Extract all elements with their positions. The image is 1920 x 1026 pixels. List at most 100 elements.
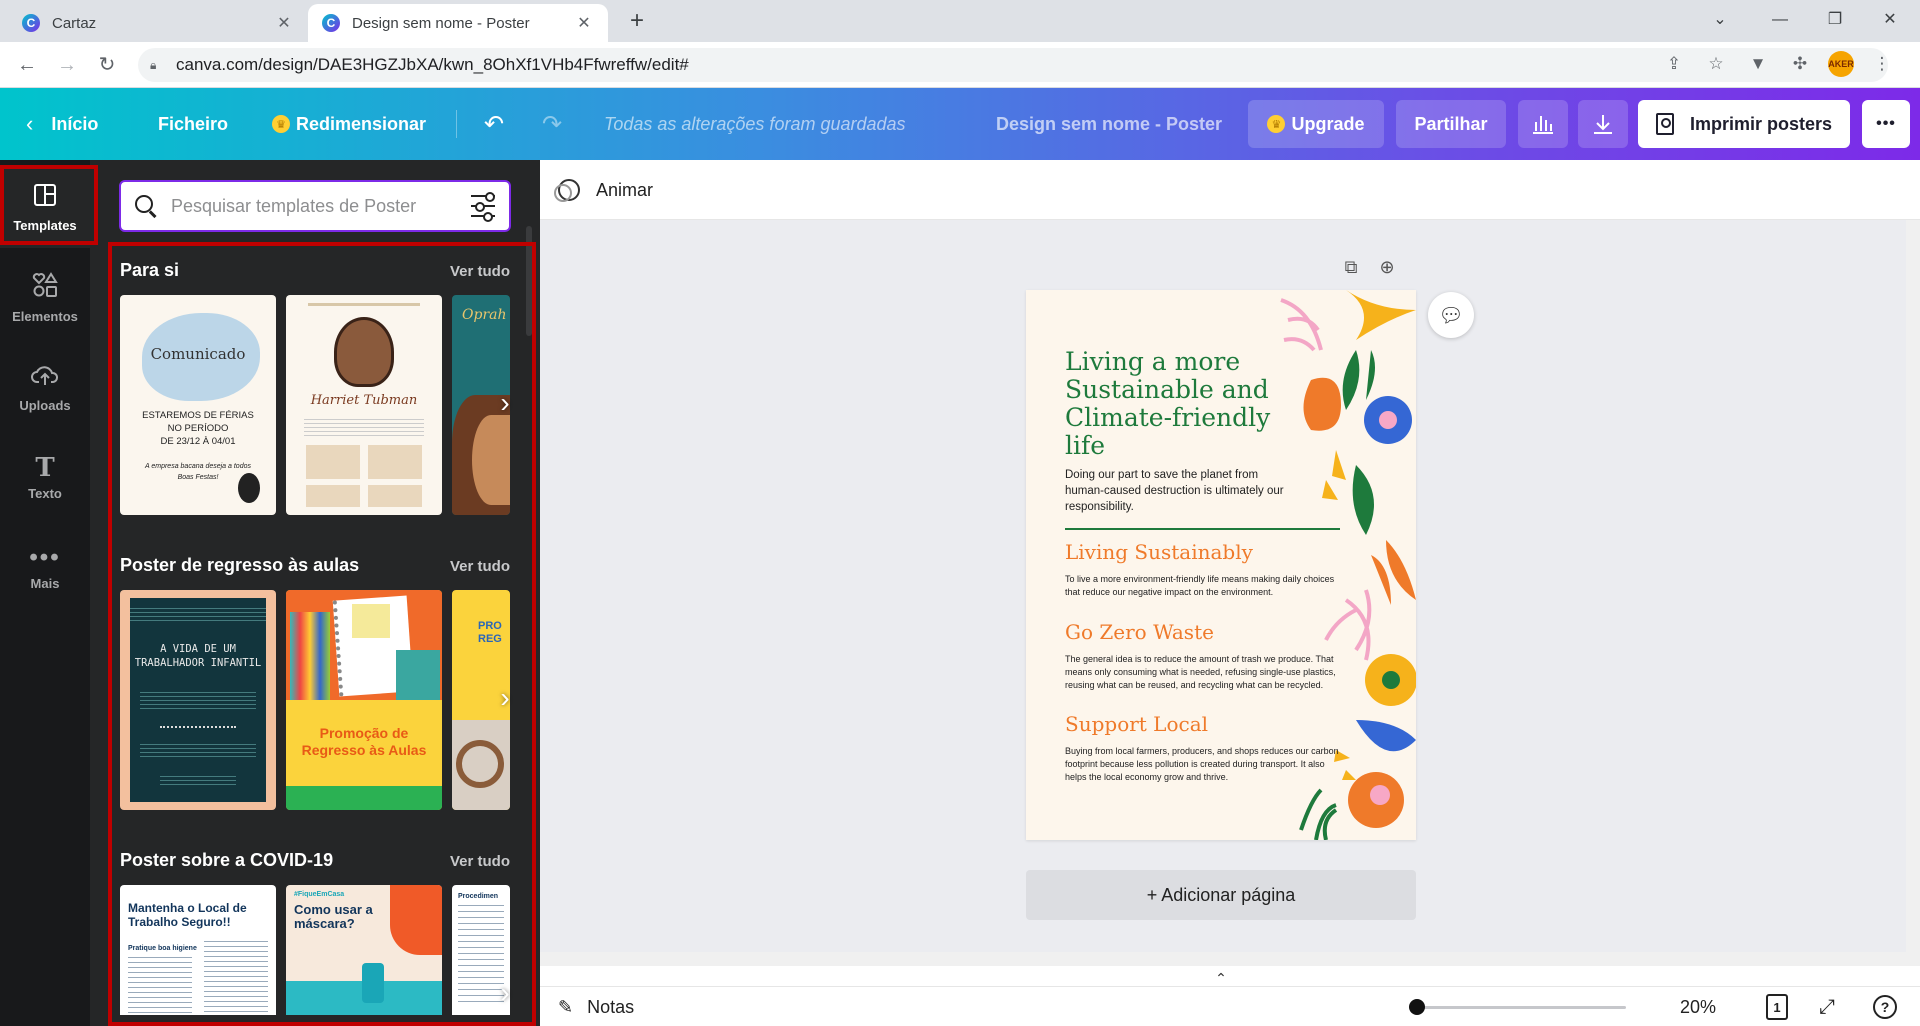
rail-item-uploads[interactable]: Uploads [0,348,90,428]
resize-button[interactable]: ♛ Redimensionar [272,88,426,160]
profile-avatar[interactable]: AKER [1828,51,1854,77]
browser-toolbar-icons: ⇪ ☆ ▼ ✣ AKER ⋮ [1660,50,1896,78]
template-search-input[interactable] [171,195,471,217]
browser-menu-icon[interactable]: ⋮ [1868,50,1896,78]
canvas-vertical-scrollbar[interactable] [1906,220,1920,966]
carousel-next-arrow-icon[interactable]: › [490,683,520,713]
animate-button[interactable]: Animar [554,160,654,220]
template-thumb-promocao[interactable]: Promoção de Regresso às Aulas [286,590,442,810]
thumb-text: Regresso às Aulas [301,742,427,758]
minimize-icon[interactable]: — [1750,0,1810,42]
add-comment-icon[interactable]: 💬︎ [1428,292,1474,338]
chevron-left-icon: ‹ [26,111,34,136]
add-page-button[interactable]: + Adicionar página [1026,870,1416,920]
window-close-icon[interactable]: ✕ [1860,0,1920,42]
zoom-level[interactable]: 20% [1680,987,1716,1026]
file-menu-button[interactable]: Ficheiro [158,88,228,160]
poster-text-1[interactable]: To live a more environment-friendly life… [1065,573,1340,599]
template-thumb-local-trabalho[interactable]: Mantenha o Local de Trabalho Seguro!! Pr… [120,885,276,1015]
poster-text-3[interactable]: Buying from local farmers, producers, an… [1065,745,1340,784]
more-options-button[interactable]: ••• [1862,100,1910,148]
rail-label: Texto [28,485,62,501]
tab-search-chevron-icon[interactable]: ⌄ [1690,0,1750,42]
notes-button[interactable]: ✎ Notas [558,987,634,1026]
redo-icon[interactable]: ↷ [532,104,572,144]
back-arrow-icon[interactable]: ← [12,50,42,80]
help-button[interactable]: ? [1870,993,1900,1021]
canvas-horizontal-scrollbar[interactable] [540,952,1906,966]
duplicate-page-icon[interactable]: ⧉ [1338,254,1364,280]
save-status: Todas as alterações foram guardadas [604,114,906,134]
thumb-box [368,485,422,507]
carousel-next-arrow-icon[interactable]: › [490,978,520,1008]
see-all-link[interactable]: Ver tudo [450,263,510,280]
restore-icon[interactable]: ❐ [1805,0,1865,42]
help-icon: ? [1873,995,1897,1019]
more-dots-icon: ••• [29,543,61,571]
template-thumb-harriet[interactable]: Harriet Tubman [286,295,442,515]
thumb-lines [128,957,192,1013]
animate-label: Animar [596,179,654,200]
browser-tab-cartaz[interactable]: C Cartaz ✕ [8,4,308,42]
thumb-rule [308,303,420,306]
thumb-text: REG [478,633,502,645]
rail-item-text[interactable]: T Texto [0,438,90,518]
design-title[interactable]: Design sem nome - Poster [996,88,1222,160]
forward-arrow-icon[interactable]: → [52,50,82,80]
poster-heading-2[interactable]: Go Zero Waste [1065,620,1214,644]
address-bar: ← → ↻ 🔒︎ canva.com/design/DAE3HGZJbXA/kw… [0,42,1920,88]
new-tab-plus-icon[interactable]: + [622,6,652,36]
poster-page[interactable]: Living a more Sustainable and Climate-fr… [1026,290,1416,840]
carousel-next-arrow-icon[interactable]: › [490,388,520,418]
add-page-icon[interactable]: ⊕ [1374,254,1400,280]
flower-icon [238,473,260,503]
extensions-puzzle-icon[interactable]: ✣ [1786,50,1814,78]
rail-item-templates[interactable]: Templates [0,168,90,248]
template-thumb-mascara[interactable]: #FiqueEmCasa Como usar a máscara? [286,885,442,1015]
tab-close-icon[interactable]: ✕ [274,13,294,33]
template-thumb-comunicado[interactable]: Comunicado ESTAREMOS DE FÉRIAS NO PERÍOD… [120,295,276,515]
share-page-icon[interactable]: ⇪ [1660,50,1688,78]
reload-icon[interactable]: ↻ [92,50,122,80]
browser-tab-design[interactable]: C Design sem nome - Poster ✕ [308,4,608,42]
portrait-illustration [334,317,394,387]
editor-header: ‹ Início Ficheiro ♛ Redimensionar ↶ ↷ To… [0,88,1920,160]
expand-pages-chevron-icon[interactable]: ⌃ [1196,968,1246,986]
zoom-slider-handle[interactable] [1409,999,1425,1015]
fullscreen-expand-icon[interactable]: ⤢ [1812,993,1842,1021]
home-button[interactable]: ‹ Início [26,88,98,160]
editor-toolbar: Animar [540,160,1920,220]
template-thumb-trabalhador[interactable]: A VIDA DE UM TRABALHADOR INFANTIL [120,590,276,810]
rail-item-more[interactable]: ••• Mais [0,528,90,608]
insights-bar-chart-icon[interactable] [1518,100,1568,148]
thumb-dark-panel: A VIDA DE UM TRABALHADOR INFANTIL [130,598,266,802]
share-button[interactable]: Partilhar [1396,100,1506,148]
undo-icon[interactable]: ↶ [474,104,514,144]
print-posters-button[interactable]: Imprimir posters [1638,100,1850,148]
more-dots-icon: ••• [1876,115,1896,132]
upgrade-button[interactable]: ♛ Upgrade [1248,100,1384,148]
extension-v-icon[interactable]: ▼ [1744,50,1772,78]
rail-item-elements[interactable]: Elementos [0,258,90,338]
poster-subtitle[interactable]: Doing our part to save the planet from h… [1065,467,1285,515]
thumb-lines [160,776,236,786]
notes-pencil-icon: ✎ [558,996,574,1017]
url-field[interactable]: 🔒︎ canva.com/design/DAE3HGZJbXA/kwn_8OhX… [138,48,1888,82]
bookmark-star-icon[interactable]: ☆ [1702,50,1730,78]
download-icon[interactable] [1578,100,1628,148]
zoom-slider-track[interactable] [1416,1006,1626,1009]
poster-text-2[interactable]: The general idea is to reduce the amount… [1065,653,1340,692]
thumb-lines [140,744,256,760]
filter-sliders-icon[interactable] [471,192,495,222]
tape-illustration [456,740,504,788]
panel-scrollbar[interactable] [526,226,532,336]
poster-title[interactable]: Living a more Sustainable and Climate-fr… [1065,348,1305,460]
see-all-link[interactable]: Ver tudo [450,558,510,575]
tab-close-icon[interactable]: ✕ [574,13,594,33]
canvas-area: ⧉ ⊕ Living a more Sustainable and Climat… [540,220,1920,986]
page-count-button[interactable]: 1 [1762,993,1792,1021]
poster-heading-3[interactable]: Support Local [1065,712,1208,736]
see-all-link[interactable]: Ver tudo [450,853,510,870]
poster-heading-1[interactable]: Living Sustainably [1065,540,1253,564]
template-search-box[interactable] [119,180,511,232]
